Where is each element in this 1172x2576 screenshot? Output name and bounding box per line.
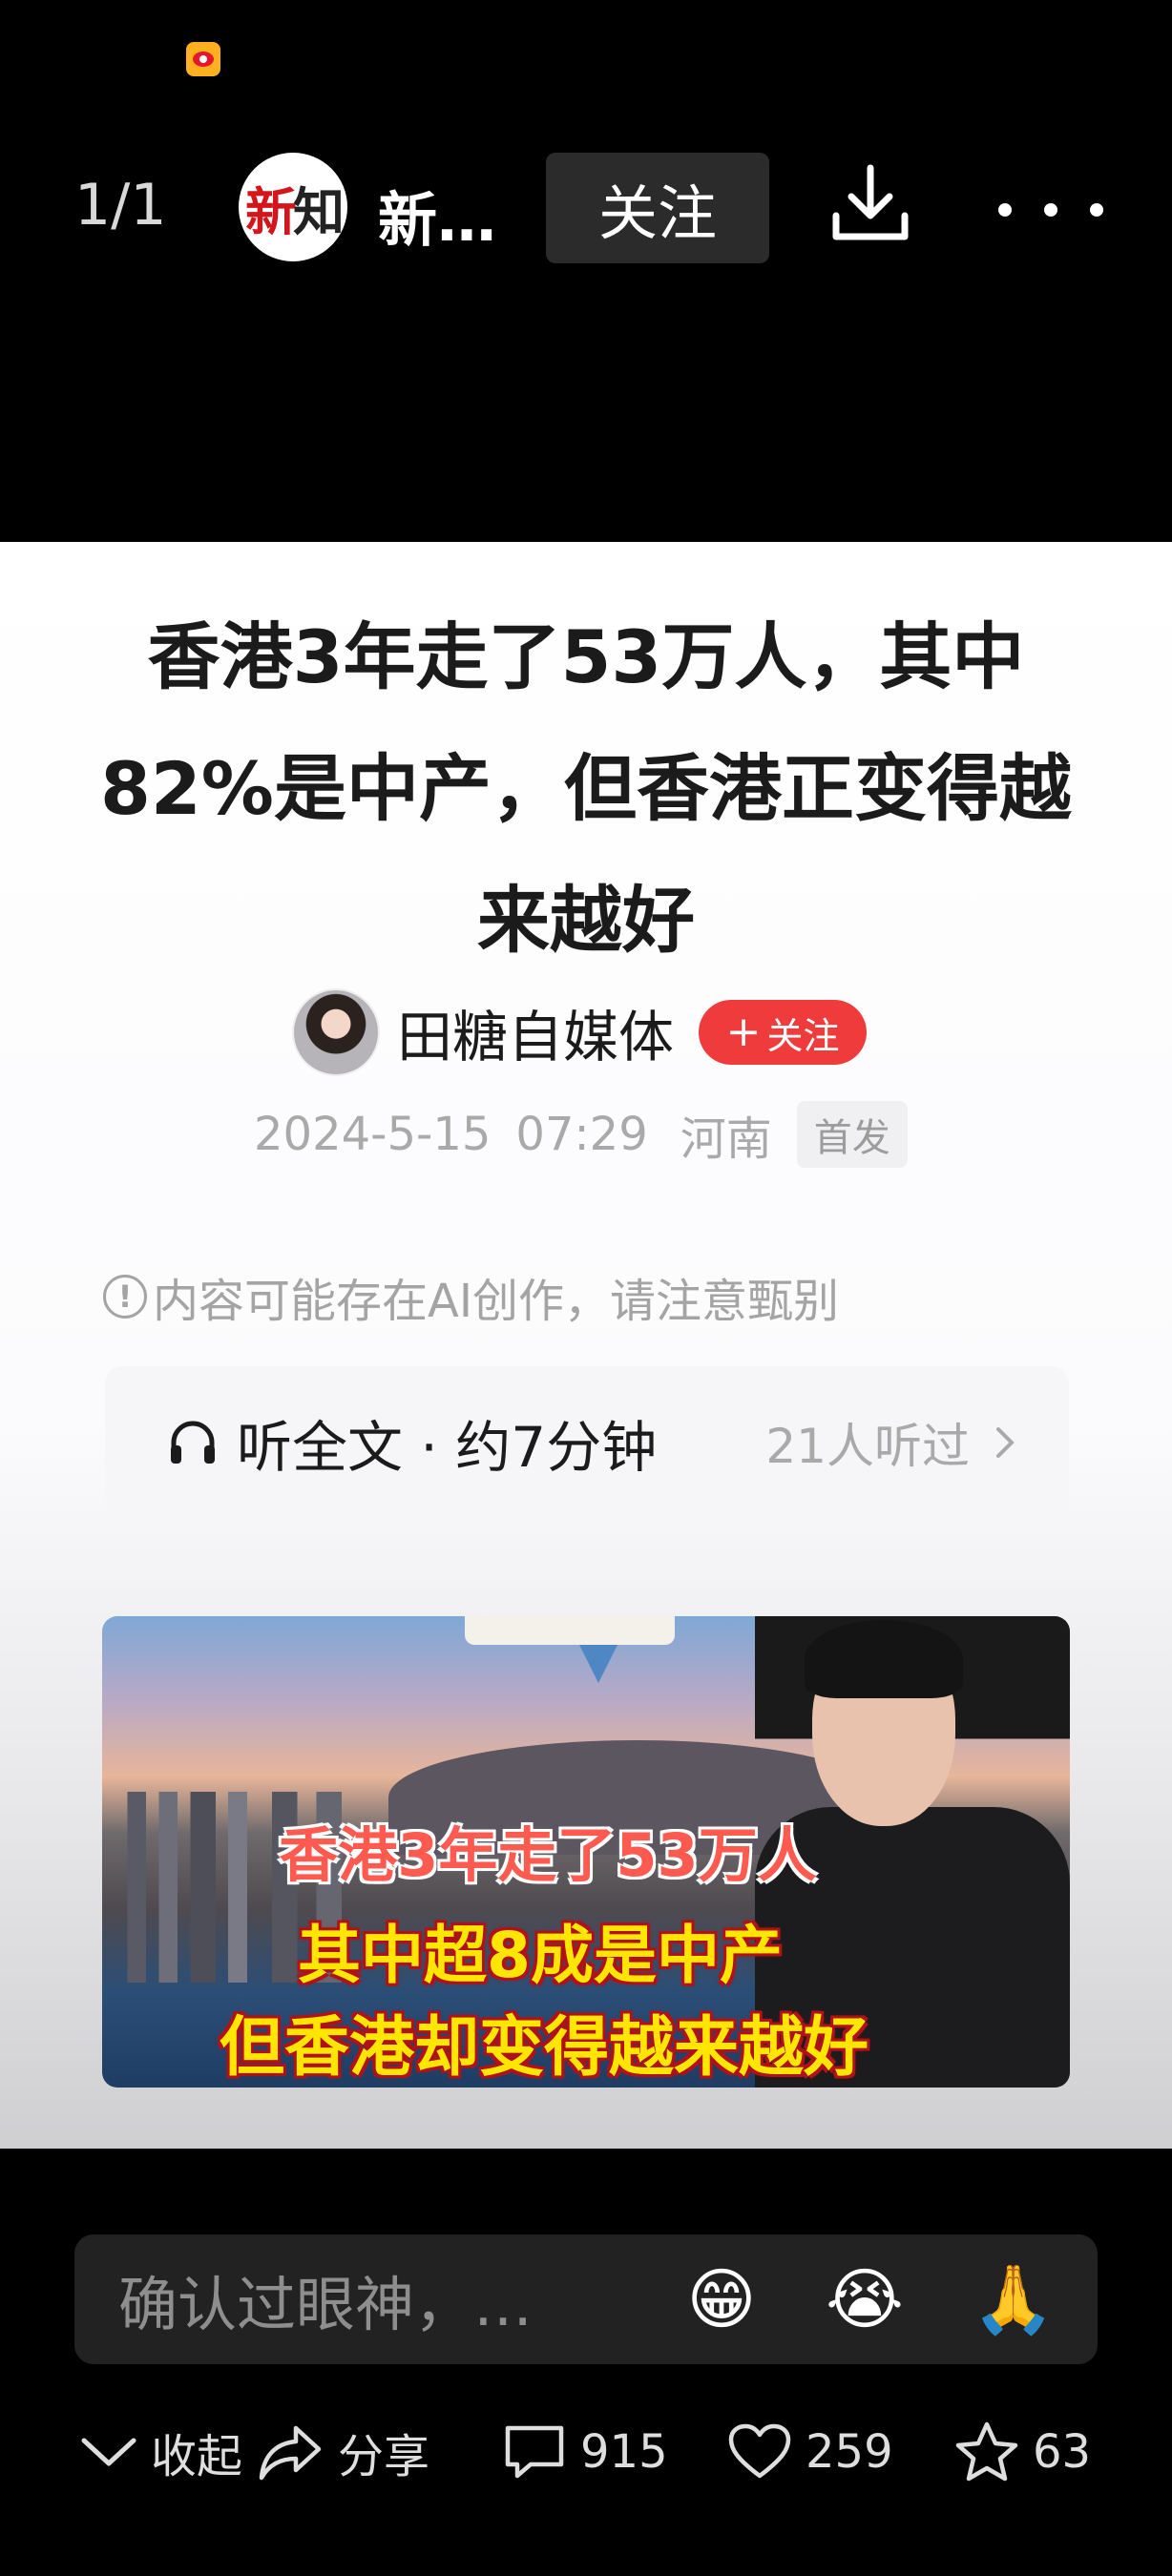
follow-author-label: 关注 xyxy=(766,1014,840,1057)
image-counter: 1/1 xyxy=(74,172,167,239)
comment-icon xyxy=(505,2425,564,2479)
publish-time: 07:29 xyxy=(515,1108,648,1161)
article-card[interactable]: 香港3年走了53万人，其中82%是中产，但香港正变得越来越好 田糖自媒体 + 关… xyxy=(0,542,1172,2149)
arrow-down-icon xyxy=(579,1645,617,1683)
first-publish-badge: 首发 xyxy=(796,1101,908,1168)
action-bar: 收起 分享 915 259 63 xyxy=(0,2414,1172,2490)
plus-icon: + xyxy=(725,1008,762,1056)
pray-emoji-icon[interactable]: 🙏 xyxy=(972,2259,1055,2339)
cover-caption-2: 其中超8成是中产 xyxy=(298,1919,783,1992)
grin-emoji-icon[interactable]: 😁 xyxy=(681,2259,762,2339)
follow-author-button[interactable]: + 关注 xyxy=(699,1000,868,1065)
share-icon xyxy=(259,2425,322,2481)
follow-account-button[interactable]: 关注 xyxy=(546,153,769,263)
author-row: 田糖自媒体 + 关注 xyxy=(292,988,868,1076)
publish-date: 2024-5-15 xyxy=(254,1108,492,1161)
info-icon: ! xyxy=(103,1275,147,1319)
ai-notice-text: 内容可能存在AI创作，请注意甄别 xyxy=(153,1275,839,1328)
comment-input[interactable]: 确认过眼神，… 😁 😭 🙏 xyxy=(74,2234,1098,2364)
weibo-icon xyxy=(186,42,220,76)
cover-caption-3: 但香港却变得越来越好 xyxy=(219,2010,869,2086)
like-count: 259 xyxy=(806,2425,893,2479)
collapse-label: 收起 xyxy=(151,2430,243,2483)
listen-label: 听全文 · 约7分钟 xyxy=(237,1415,658,1480)
more-options-icon[interactable] xyxy=(993,181,1109,239)
article-cover-image[interactable]: 香港3年走了53万人 其中超8成是中产 但香港却变得越来越好 xyxy=(102,1616,1070,2088)
listen-full-article-bar[interactable]: 听全文 · 约7分钟 21人听过 xyxy=(105,1366,1069,1519)
chevron-right-icon xyxy=(996,1427,1015,1458)
article-title: 香港3年走了53万人，其中82%是中产，但香港正变得越来越好 xyxy=(100,614,1072,963)
account-avatar[interactable]: 新知 xyxy=(239,153,347,261)
heart-icon xyxy=(728,2423,791,2479)
collapse-button[interactable]: 收起 xyxy=(80,2414,242,2490)
like-button[interactable]: 259 xyxy=(727,2414,893,2490)
comment-count: 915 xyxy=(580,2425,668,2479)
author-avatar[interactable] xyxy=(292,988,380,1076)
ai-content-notice: ! 内容可能存在AI创作，请注意甄别 xyxy=(103,1263,839,1330)
headphone-icon xyxy=(171,1421,215,1464)
favorite-count: 63 xyxy=(1033,2425,1092,2479)
cover-caption-1: 香港3年走了53万人 xyxy=(279,1820,817,1890)
chevron-down-icon xyxy=(81,2438,136,2466)
comment-button[interactable]: 915 xyxy=(502,2414,668,2490)
share-button[interactable]: 分享 xyxy=(258,2414,429,2490)
article-meta: 2024-5-15 07:29 河南 首发 xyxy=(254,1101,908,1168)
star-icon xyxy=(955,2421,1018,2482)
account-name[interactable]: 新… xyxy=(378,172,496,258)
author-name[interactable]: 田糖自媒体 xyxy=(397,992,674,1072)
share-label: 分享 xyxy=(338,2430,430,2483)
crying-emoji-icon[interactable]: 😭 xyxy=(825,2259,905,2339)
favorite-button[interactable]: 63 xyxy=(954,2414,1091,2490)
listen-count: 21人听过 xyxy=(765,1419,970,1474)
account-logo-text: 新知 xyxy=(245,181,345,242)
comment-placeholder: 确认过眼神，… xyxy=(118,2270,534,2339)
download-icon[interactable] xyxy=(827,160,914,248)
publish-location: 河南 xyxy=(680,1112,772,1166)
